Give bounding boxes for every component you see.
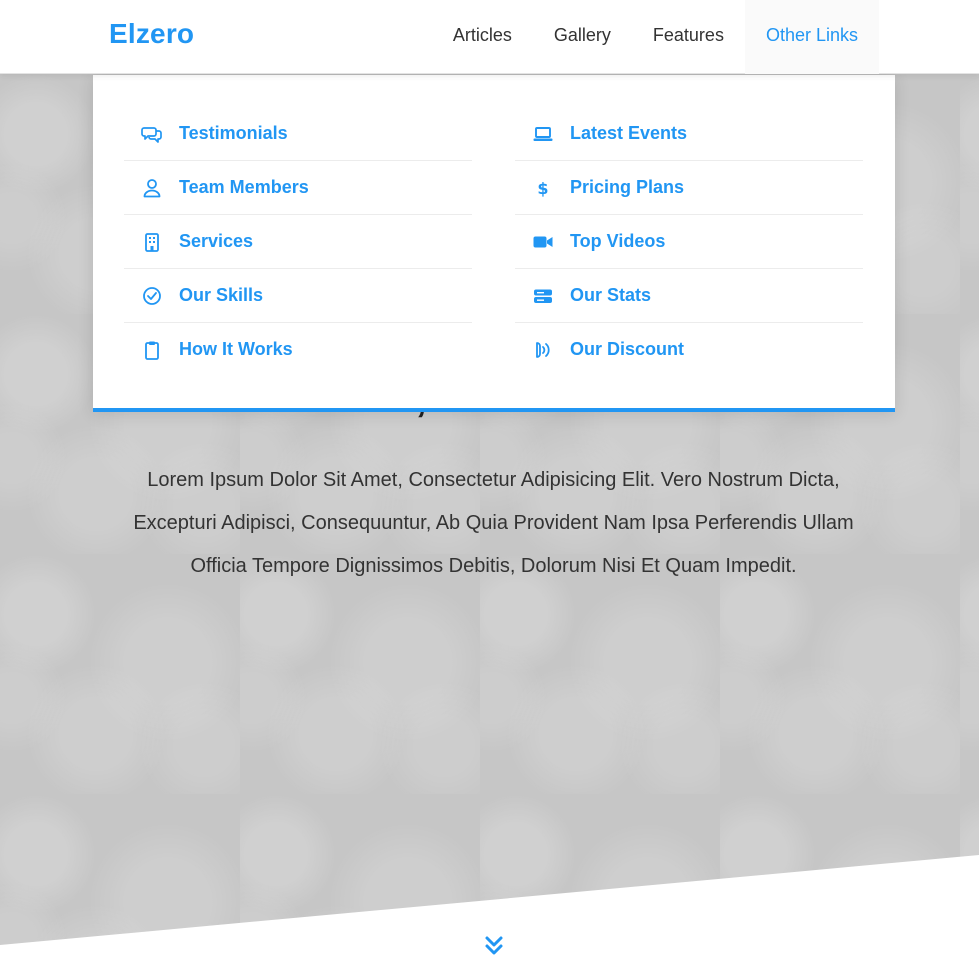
mega-link-label: Services (179, 231, 254, 251)
discount-icon (532, 339, 554, 361)
building-icon (141, 231, 163, 253)
nav-link-features[interactable]: Features (632, 0, 745, 74)
video-icon (532, 231, 554, 253)
nav-link-gallery[interactable]: Gallery (533, 0, 632, 74)
mega-link-our-skills[interactable]: Our Skills (124, 269, 472, 323)
clipboard-icon (141, 339, 163, 361)
nav-link-other-links[interactable]: Other Links (744, 0, 879, 74)
dollar-icon: $ (532, 177, 554, 199)
mega-link-top-videos[interactable]: Top Videos (515, 215, 863, 269)
mega-link-testimonials[interactable]: Testimonials (124, 107, 472, 161)
svg-text:$: $ (537, 179, 548, 198)
mega-link-our-stats[interactable]: Our Stats (515, 269, 863, 323)
user-icon (141, 177, 163, 199)
mega-link-how-it-works[interactable]: How It Works (124, 323, 472, 377)
mega-link-label: Our Skills (179, 285, 264, 305)
mega-link-label: Pricing Plans (570, 177, 685, 197)
laptop-icon (532, 123, 554, 145)
main-nav: Articles Gallery Features Other Links (432, 0, 879, 74)
mega-link-label: Latest Events (570, 123, 688, 143)
mega-link-label: Our Stats (570, 285, 652, 305)
mega-menu-column-left: Testimonials Team Members Services Our S… (124, 107, 472, 377)
mega-link-our-discount[interactable]: Our Discount (515, 323, 863, 377)
mega-link-latest-events[interactable]: Latest Events (515, 107, 863, 161)
mega-link-label: How It Works (179, 339, 293, 359)
nav-link-articles[interactable]: Articles (432, 0, 533, 74)
mega-menu: Testimonials Team Members Services Our S… (93, 75, 895, 412)
mega-link-label: Testimonials (179, 123, 288, 143)
server-icon (532, 285, 554, 307)
mega-link-label: Our Discount (570, 339, 685, 359)
comments-icon (141, 123, 163, 145)
mega-link-label: Team Members (179, 177, 309, 197)
check-circle-icon (141, 285, 163, 307)
logo-link[interactable]: Elzero (109, 18, 194, 50)
hero-paragraph: Lorem Ipsum Dolor Sit Amet, Consectetur … (133, 469, 854, 577)
mega-link-pricing-plans[interactable]: $ Pricing Plans (515, 161, 863, 215)
mega-menu-column-right: Latest Events $ Pricing Plans Top Videos (515, 107, 863, 377)
mega-link-label: Top Videos (570, 231, 666, 251)
mega-link-team-members[interactable]: Team Members (124, 161, 472, 215)
angles-down-icon[interactable] (483, 935, 505, 957)
site-header: Elzero Articles Gallery Features Other L… (0, 0, 979, 74)
mega-link-services[interactable]: Services (124, 215, 472, 269)
